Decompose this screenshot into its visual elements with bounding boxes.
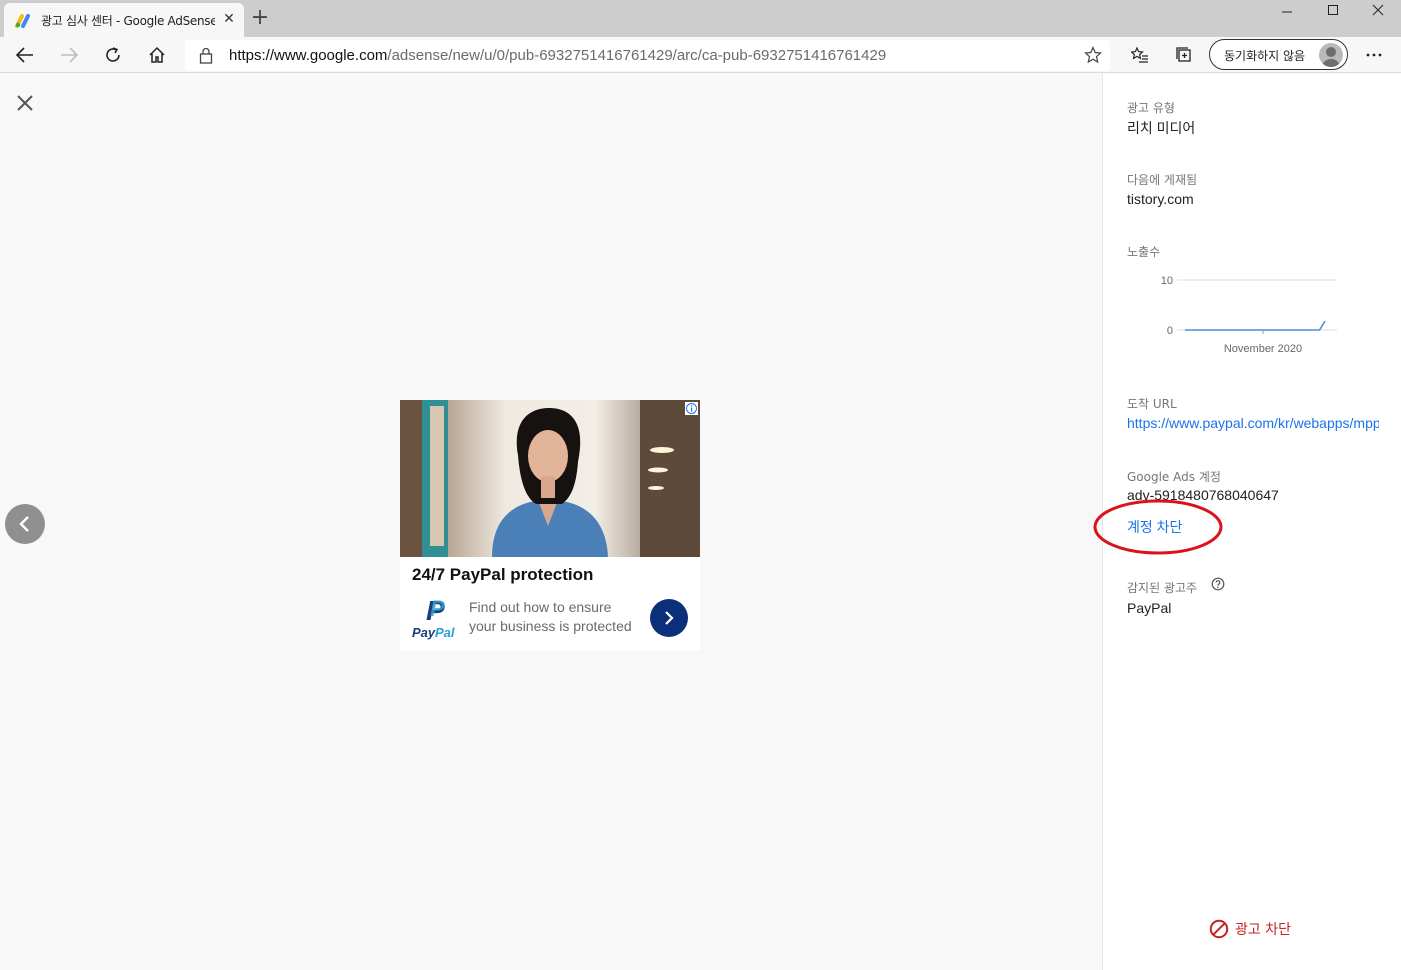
shown-on-value: tistory.com <box>1127 191 1194 207</box>
back-arrow-icon[interactable] <box>11 41 39 69</box>
advertiser-label: 감지된 광고주 <box>1127 581 1198 595</box>
new-tab-icon[interactable]: + <box>250 7 270 29</box>
address-host: https://www.google.com <box>229 47 388 64</box>
close-preview-icon[interactable] <box>14 92 36 114</box>
chevron-left-icon <box>19 516 29 532</box>
help-icon[interactable] <box>1211 577 1225 591</box>
chevron-right-icon <box>665 611 674 625</box>
annotation-ellipse <box>1093 499 1223 555</box>
lock-icon <box>199 47 213 64</box>
tab-title: 광고 심사 센터 - Google AdSense <box>41 14 215 28</box>
adsense-favicon-icon <box>15 14 30 28</box>
home-icon[interactable] <box>143 41 171 69</box>
shown-on-label: 다음에 게재됨 <box>1127 173 1198 187</box>
block-icon <box>1209 919 1229 939</box>
address-url: https://www.google.com/adsense/new/u/0/p… <box>229 47 886 64</box>
more-menu-icon[interactable] <box>1360 41 1388 69</box>
ad-description: Find out how to ensure your business is … <box>469 599 632 634</box>
collections-icon[interactable] <box>1170 41 1198 69</box>
ad-preview-area: 24/7 PayPal protection P P Pay Pal Find … <box>0 74 1102 970</box>
svg-text:P: P <box>430 596 445 621</box>
forward-arrow-icon[interactable] <box>55 41 83 69</box>
svg-text:Pay: Pay <box>412 625 436 640</box>
window-close-icon[interactable] <box>1355 0 1401 20</box>
ad-headline: 24/7 PayPal protection <box>412 565 594 584</box>
paypal-logo: P P Pay Pal <box>412 595 458 640</box>
refresh-icon[interactable] <box>99 41 127 69</box>
chart-x-tick-label: November 2020 <box>1224 343 1302 355</box>
advertiser-value: PayPal <box>1127 600 1172 616</box>
previous-ad-button[interactable] <box>5 504 45 544</box>
tab-close-icon[interactable]: ✕ <box>221 11 237 27</box>
ad-creative[interactable]: 24/7 PayPal protection P P Pay Pal Find … <box>400 400 700 650</box>
browser-tab-adsense[interactable]: 광고 심사 센터 - Google AdSense ✕ <box>4 3 244 37</box>
impressions-chart: 10 0 November 2020 <box>1161 275 1337 355</box>
ad-photo <box>400 400 700 557</box>
browser-toolbar: https://www.google.com/adsense/new/u/0/p… <box>0 37 1401 73</box>
favorites-icon[interactable] <box>1126 41 1154 69</box>
ad-cta-button[interactable] <box>650 599 688 637</box>
svg-text:Pal: Pal <box>435 625 455 640</box>
avatar-icon <box>1319 43 1343 67</box>
address-path: /adsense/new/u/0/pub-6932751416761429/ar… <box>387 47 887 64</box>
block-ad-button[interactable]: 광고 차단 <box>1209 918 1291 940</box>
impressions-label: 노출수 <box>1127 245 1161 259</box>
landing-url-link[interactable]: https://www.paypal.com/kr/webapps/mpp/ <box>1127 415 1379 431</box>
ad-info-icon[interactable] <box>685 402 698 415</box>
address-bar[interactable]: https://www.google.com/adsense/new/u/0/p… <box>185 40 1110 71</box>
ad-type-label: 광고 유형 <box>1127 101 1175 115</box>
minimize-icon[interactable] <box>1264 0 1310 20</box>
landing-url-label: 도착 URL <box>1127 397 1177 411</box>
chart-series-line <box>1185 320 1326 331</box>
ads-account-label: Google Ads 계정 <box>1127 470 1221 484</box>
maximize-icon[interactable] <box>1310 0 1356 20</box>
sync-label: 동기화하지 않음 <box>1224 49 1306 63</box>
chart-y-tick-label: 0 <box>1167 325 1173 337</box>
favorite-star-icon[interactable] <box>1084 46 1102 64</box>
chart-y-tick-label: 10 <box>1161 275 1173 287</box>
tab-strip: 광고 심사 센터 - Google AdSense ✕ + <box>0 0 1401 37</box>
sync-profile-button[interactable]: 동기화하지 않음 <box>1209 39 1348 70</box>
block-ad-label: 광고 차단 <box>1235 922 1291 938</box>
ad-type-value: 리치 미디어 <box>1127 120 1196 136</box>
